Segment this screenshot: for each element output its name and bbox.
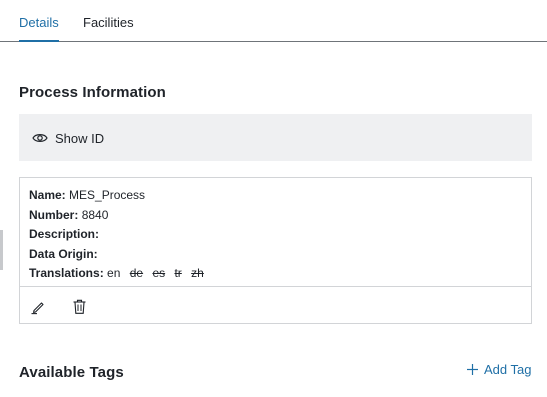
process-info-card: Name: MES_Process Number: 8840 Descripti… <box>19 177 532 324</box>
add-tag-label: Add Tag <box>484 361 532 377</box>
tab-details[interactable]: Details <box>19 15 59 42</box>
field-number: Number: 8840 <box>29 206 210 226</box>
translation-lang-es: es <box>152 266 166 280</box>
field-data-origin-key: Data Origin: <box>29 246 98 261</box>
translation-lang-zh: zh <box>191 266 204 280</box>
field-data-origin: Data Origin: <box>29 245 210 265</box>
section-title-available-tags: Available Tags <box>19 364 124 381</box>
field-name: Name: MES_Process <box>29 186 210 206</box>
field-number-key: Number: <box>29 207 79 222</box>
show-id-button[interactable]: Show ID <box>32 129 104 147</box>
tab-facilities[interactable]: Facilities <box>83 15 134 40</box>
show-id-label: Show ID <box>55 130 105 146</box>
card-divider <box>20 286 531 287</box>
field-description-key: Description: <box>29 227 100 241</box>
field-translations: Translations: en de es tr zh <box>29 264 210 284</box>
field-name-value: MES_Process <box>69 188 146 202</box>
add-tag-button[interactable]: Add Tag <box>466 361 531 377</box>
card-actions <box>30 296 88 316</box>
eye-icon <box>32 132 48 144</box>
tab-bar: Details Facilities <box>0 0 547 42</box>
field-translations-key: Translations: <box>29 266 104 280</box>
field-number-value: 8840 <box>81 207 109 222</box>
pencil-icon[interactable] <box>30 298 47 315</box>
panel-edge-handle[interactable] <box>0 230 3 270</box>
process-info-fields: Name: MES_Process Number: 8840 Descripti… <box>29 186 210 284</box>
section-title-process-information: Process Information <box>19 84 166 101</box>
field-name-key: Name: <box>29 188 66 202</box>
plus-icon <box>466 363 479 376</box>
translation-lang-en: en <box>107 266 121 280</box>
translation-lang-tr: tr <box>174 266 182 280</box>
field-description: Description: <box>29 225 210 245</box>
trash-icon[interactable] <box>71 298 88 315</box>
translation-lang-de: de <box>129 266 144 280</box>
show-id-bar: Show ID <box>19 114 532 161</box>
